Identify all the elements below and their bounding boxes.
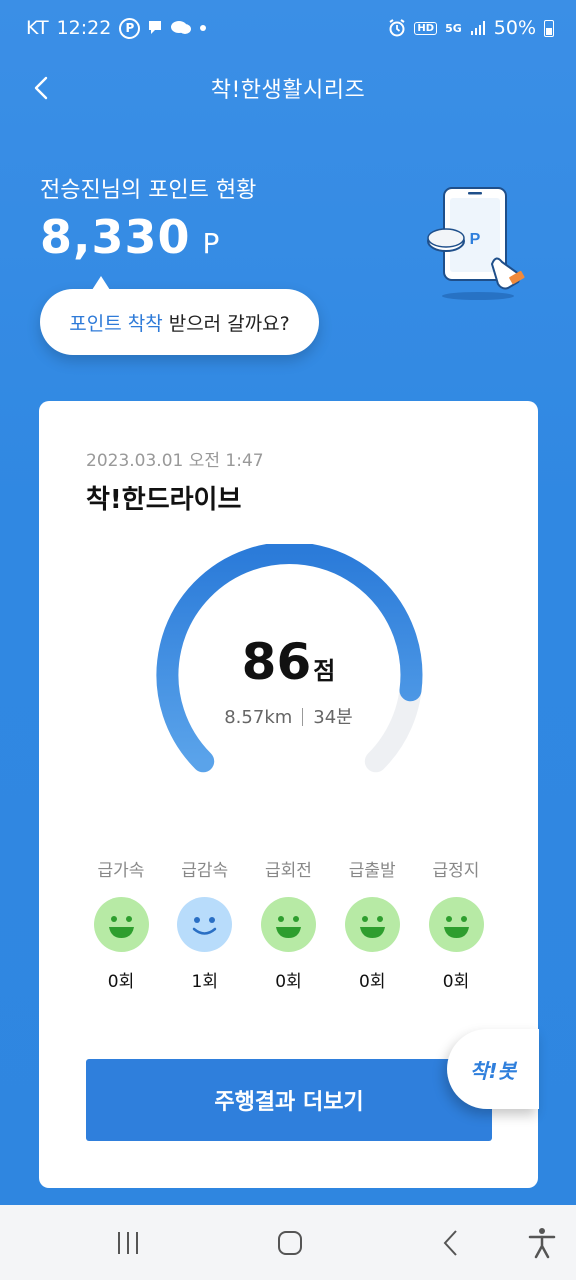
points-unit: P (202, 227, 221, 260)
points-value: 8,330 (40, 210, 191, 264)
event-item: 급감속 1회 (170, 856, 240, 992)
chat-icon (170, 19, 192, 37)
page-title: 착!한생활시리즈 (210, 78, 366, 103)
event-count: 0회 (359, 972, 386, 992)
drive-stats: 8.57km 34분 (39, 703, 538, 729)
event-count: 0회 (107, 972, 135, 992)
status-left: KT 12:22 P (26, 17, 207, 39)
event-count: 1회 (191, 972, 218, 992)
network-type-icon: 5G (445, 21, 462, 35)
back-arrow-icon (34, 76, 48, 100)
stats-divider (302, 708, 304, 726)
event-label: 급가속 (97, 861, 145, 881)
grin-face-green-icon (428, 897, 484, 952)
svg-text:P: P (470, 231, 481, 248)
event-item: 급출발 0회 (337, 856, 407, 992)
chak-bot-button[interactable]: 착!봇 (447, 1029, 539, 1109)
battery-percent: 50% (493, 17, 536, 39)
drive-duration: 34분 (313, 707, 353, 728)
alarm-icon (388, 19, 406, 37)
grin-face-green-icon (344, 897, 400, 952)
points-summary: 8,330 P (40, 210, 220, 264)
event-label: 급회전 (265, 861, 312, 881)
signal-icon (470, 20, 486, 36)
parking-icon: P (119, 17, 141, 39)
battery-icon (544, 19, 554, 37)
home-icon (278, 1231, 302, 1255)
accessibility-icon (528, 1228, 556, 1259)
home-button[interactable] (270, 1227, 310, 1259)
grin-face-green-icon (261, 897, 316, 952)
bubble-text: 받으러 갈까요? (168, 312, 290, 335)
back-button[interactable] (28, 72, 58, 104)
score-unit: 점 (313, 657, 336, 685)
nav-back-icon (443, 1230, 457, 1256)
accessibility-button[interactable] (522, 1227, 562, 1259)
app-header: 착!한생활시리즈 (0, 60, 576, 116)
earn-points-bubble[interactable]: 포인트 착착 받으러 갈까요? (40, 276, 319, 355)
score-value: 86 (241, 633, 312, 691)
event-item: 급회전 0회 (254, 856, 324, 992)
nav-back-button[interactable] (432, 1227, 472, 1259)
driving-events: 급가속 0회 급감속 1회 급회전 0회 급출발 0회 급정지 0회 (86, 856, 491, 992)
system-nav-bar (0, 1205, 576, 1280)
recent-apps-button[interactable] (108, 1227, 148, 1259)
view-more-results-button[interactable]: 주행결과 더보기 (86, 1059, 492, 1141)
drive-date: 2023.03.01 오전 1:47 (86, 451, 264, 471)
message-icon (148, 20, 162, 36)
grin-face-green-icon (93, 897, 149, 952)
drive-distance: 8.57km (224, 707, 293, 728)
event-item: 급가속 0회 (86, 856, 156, 992)
phone-points-illustration: P (427, 187, 525, 300)
hd-voice-icon: HD (414, 21, 438, 35)
event-count: 0회 (442, 972, 470, 992)
status-bar: KT 12:22 P HD 5G 50% (0, 0, 576, 56)
recent-apps-icon (118, 1232, 138, 1254)
status-right: HD 5G 50% (388, 17, 554, 39)
drive-title: 착!한드라이브 (86, 485, 242, 515)
event-label: 급출발 (348, 861, 396, 881)
event-label: 급정지 (432, 861, 480, 881)
points-label: 전승진님의 포인트 현황 (40, 178, 257, 203)
event-label: 급감속 (181, 861, 229, 881)
clock: 12:22 (56, 17, 112, 39)
event-count: 0회 (275, 972, 302, 992)
notification-dot-icon (200, 25, 207, 31)
event-item: 급정지 0회 (421, 856, 491, 992)
smile-face-blue-icon (177, 897, 233, 952)
carrier-label: KT (26, 17, 49, 39)
bubble-accent-text: 포인트 착착 (69, 312, 163, 335)
score-display: 86점 (39, 633, 538, 691)
